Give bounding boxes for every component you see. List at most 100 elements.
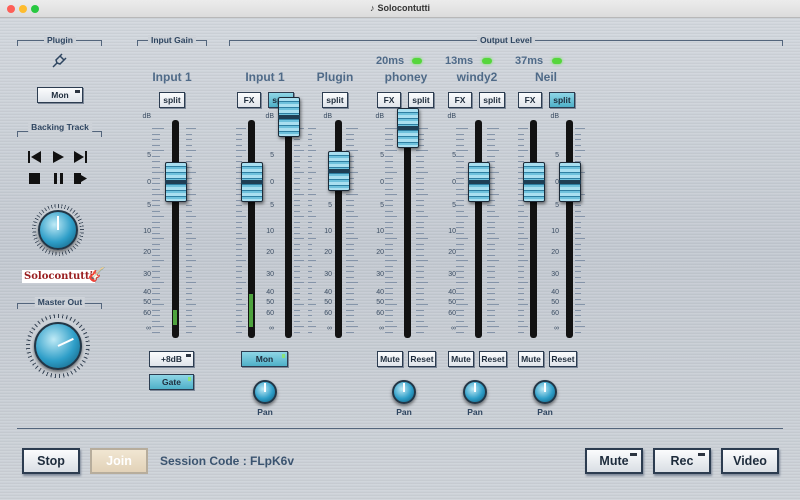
phoney-l-tick	[385, 243, 393, 245]
input1-out-r-tick	[294, 166, 300, 168]
pan-knob-windy2[interactable]	[463, 380, 487, 404]
stop-button[interactable]: Stop	[22, 448, 80, 474]
plugin-l-tick	[308, 232, 312, 234]
windy2-r-tick	[487, 155, 495, 157]
mute-all-button[interactable]: Mute	[585, 448, 643, 474]
reset-button-phoney[interactable]: Reset	[408, 351, 436, 367]
input1-out-r-tick	[294, 326, 304, 328]
neil-r-tick	[575, 320, 581, 322]
stop-icon[interactable]	[29, 173, 40, 184]
master-out-knob[interactable]	[34, 322, 82, 370]
gate-button[interactable]: Gate	[149, 374, 194, 390]
input1-tick	[152, 128, 164, 129]
neil-l-tick	[518, 205, 524, 207]
neil-l-tick	[518, 227, 524, 229]
neil-r-tick	[575, 238, 585, 240]
windy2-r-tick	[487, 128, 499, 129]
split-button-phoney[interactable]: split	[408, 92, 434, 108]
plugin-l-tick	[308, 139, 312, 141]
reset-button-neil[interactable]: Reset	[549, 351, 577, 367]
windy2-r-tick	[487, 265, 495, 267]
input1-out-left-fader-cap[interactable]	[241, 162, 263, 203]
channel-name-windy2: windy2	[456, 70, 498, 84]
neil-right-fader-cap[interactable]	[559, 162, 581, 203]
input1-scale-label: 0	[147, 179, 151, 187]
input1-tick	[152, 161, 160, 163]
windy2-l-tick	[456, 232, 464, 234]
fx-button-input1-out[interactable]: FX	[237, 92, 261, 108]
mute-button-windy2[interactable]: Mute	[448, 351, 474, 367]
windy2-l-tick	[456, 326, 468, 328]
channel-name-input1-output: Input 1	[245, 70, 285, 84]
phoney-r-tick	[416, 221, 424, 223]
input1-tick	[152, 216, 164, 218]
plugin-l-tick	[308, 221, 312, 223]
fx-button-phoney[interactable]: FX	[377, 92, 401, 108]
pause-icon[interactable]	[54, 173, 63, 184]
neil-l-tick	[518, 216, 528, 218]
pan-knob-phoney[interactable]	[392, 380, 416, 404]
input1-out-l-tick	[236, 260, 246, 262]
pan-label-input1: Pan	[257, 407, 273, 417]
split-button-windy2[interactable]: split	[479, 92, 505, 108]
windy2-l-tick	[456, 210, 464, 212]
input1-tick	[152, 332, 160, 333]
skip-forward-icon[interactable]	[74, 151, 87, 163]
play-icon[interactable]	[53, 151, 64, 163]
windy2-scale-label: 20	[448, 248, 456, 256]
mute-button-neil[interactable]: Mute	[518, 351, 544, 367]
phoney-l-tick	[385, 265, 393, 267]
neil-l-tick	[518, 144, 524, 146]
input1-tick	[152, 254, 160, 256]
phoney-l-tick	[385, 183, 393, 185]
neil-scale-label: 20	[551, 248, 559, 256]
phoney-fader-cap[interactable]	[397, 107, 419, 148]
input1-tick	[152, 183, 160, 185]
mon-button-input1[interactable]: Mon	[241, 351, 288, 367]
neil-l-tick	[518, 133, 524, 135]
input1-fader-cap[interactable]	[165, 162, 187, 203]
eject-export-icon[interactable]	[74, 173, 87, 184]
phoney-r-tick	[416, 150, 428, 152]
windy2-l-tick	[456, 282, 468, 284]
phoney-l-tick	[385, 238, 397, 240]
split-button-neil[interactable]: split	[549, 92, 575, 108]
join-button[interactable]: Join	[90, 448, 148, 474]
input1-r-tick	[186, 271, 192, 273]
plugin-mon-button[interactable]: Mon	[37, 87, 83, 103]
phoney-r-tick	[416, 332, 424, 333]
windy2-fader-cap[interactable]	[468, 162, 490, 203]
plugin-l-tick	[308, 276, 312, 278]
split-button-plugin[interactable]: split	[322, 92, 348, 108]
split-button-input1[interactable]: split	[159, 92, 185, 108]
input1-out-l-tick	[236, 309, 242, 311]
phoney-r-tick	[416, 254, 424, 256]
plugin-fader-cap[interactable]	[328, 151, 350, 192]
latency-led-neil	[552, 58, 562, 64]
fx-button-neil[interactable]: FX	[518, 92, 542, 108]
video-button[interactable]: Video	[721, 448, 779, 474]
backing-track-volume-knob[interactable]	[38, 210, 78, 250]
input1-tick	[152, 221, 160, 223]
plugin-r-tick	[346, 232, 354, 234]
rec-button[interactable]: Rec	[653, 448, 711, 474]
windy2-r-tick	[487, 150, 499, 152]
input1-out-r-tick	[294, 265, 300, 267]
neil-l-tick	[518, 320, 524, 322]
plugin-r-tick	[346, 210, 354, 212]
fx-button-windy2[interactable]: FX	[448, 92, 472, 108]
pan-knob-neil[interactable]	[533, 380, 557, 404]
phoney-r-tick	[416, 155, 424, 157]
neil-r-tick	[575, 332, 581, 333]
plugin-l-tick	[308, 315, 312, 317]
mute-button-phoney[interactable]: Mute	[377, 351, 403, 367]
plugin-r-tick	[346, 139, 354, 141]
reset-button-windy2[interactable]: Reset	[479, 351, 507, 367]
skip-back-icon[interactable]	[28, 151, 41, 163]
plus8db-button[interactable]: +8dB	[149, 351, 194, 367]
input1-out-right-fader-cap[interactable]	[278, 96, 300, 137]
input1-scale-label: 5	[147, 202, 151, 210]
neil-left-fader-cap[interactable]	[523, 162, 545, 203]
pan-knob-input1[interactable]	[253, 380, 277, 404]
phoney-l-tick	[385, 194, 397, 196]
